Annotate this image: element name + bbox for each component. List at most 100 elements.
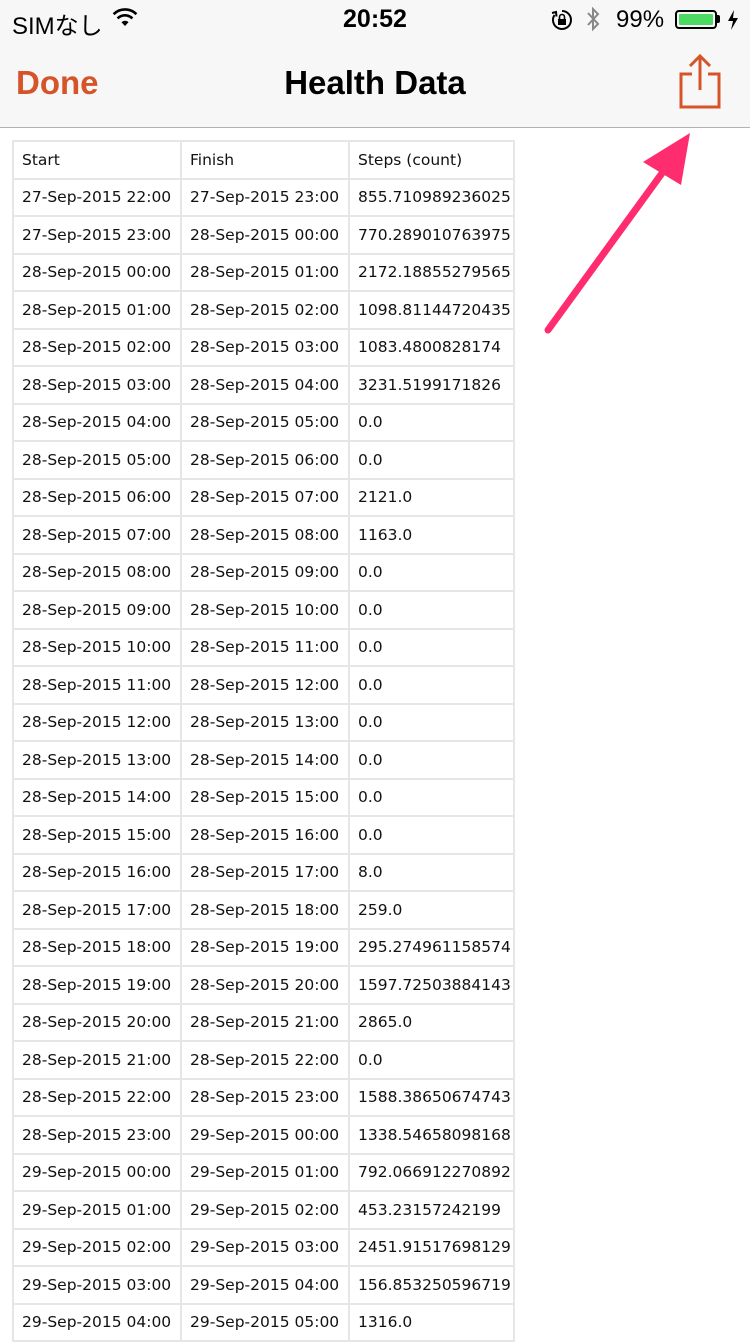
steps-cell: 0.0 bbox=[348, 627, 515, 667]
finish-cell: 28-Sep-2015 12:00 bbox=[180, 665, 350, 705]
table-row: 28-Sep-2015 08:00 28-Sep-2015 09:00 0.0 bbox=[12, 552, 515, 592]
start-cell: 28-Sep-2015 08:00 bbox=[12, 552, 182, 592]
steps-cell: 453.23157242199 bbox=[348, 1190, 515, 1230]
start-cell: 29-Sep-2015 02:00 bbox=[12, 1227, 182, 1267]
finish-cell: 28-Sep-2015 17:00 bbox=[180, 852, 350, 892]
battery-level bbox=[679, 14, 713, 25]
steps-cell: 0.0 bbox=[348, 440, 515, 480]
steps-cell: 156.853250596719 bbox=[348, 1265, 515, 1305]
start-cell: 27-Sep-2015 22:00 bbox=[12, 177, 182, 217]
start-cell: 28-Sep-2015 11:00 bbox=[12, 665, 182, 705]
table-row: 28-Sep-2015 15:00 28-Sep-2015 16:00 0.0 bbox=[12, 815, 515, 855]
start-cell: 28-Sep-2015 15:00 bbox=[12, 815, 182, 855]
table-row: 29-Sep-2015 01:00 29-Sep-2015 02:00 453.23… bbox=[12, 1190, 515, 1230]
column-header-finish: Finish bbox=[180, 140, 350, 180]
steps-cell: 295.274961158574 bbox=[348, 927, 515, 967]
steps-cell: 0.0 bbox=[348, 740, 515, 780]
start-cell: 29-Sep-2015 04:00 bbox=[12, 1302, 182, 1342]
steps-cell: 2172.18855279565 bbox=[348, 252, 515, 292]
finish-cell: 28-Sep-2015 00:00 bbox=[180, 215, 350, 255]
table-row: 28-Sep-2015 10:00 28-Sep-2015 11:00 0.0 bbox=[12, 627, 515, 667]
start-cell: 28-Sep-2015 21:00 bbox=[12, 1040, 182, 1080]
steps-cell: 1588.38650674743 bbox=[348, 1077, 515, 1117]
status-bar: SIMなし 20:52 99% bbox=[0, 0, 750, 40]
start-cell: 28-Sep-2015 23:00 bbox=[12, 1115, 182, 1155]
table-row: 28-Sep-2015 17:00 28-Sep-2015 18:00 259.0 bbox=[12, 890, 515, 930]
pointer-arrow-icon bbox=[544, 133, 690, 334]
finish-cell: 28-Sep-2015 10:00 bbox=[180, 590, 350, 630]
finish-cell: 27-Sep-2015 23:00 bbox=[180, 177, 350, 217]
steps-cell: 0.0 bbox=[348, 1040, 515, 1080]
finish-cell: 29-Sep-2015 03:00 bbox=[180, 1227, 350, 1267]
finish-cell: 28-Sep-2015 02:00 bbox=[180, 290, 350, 330]
charging-icon bbox=[727, 9, 739, 36]
table-row: 28-Sep-2015 11:00 28-Sep-2015 12:00 0.0 bbox=[12, 665, 515, 705]
steps-cell: 0.0 bbox=[348, 665, 515, 705]
start-cell: 28-Sep-2015 00:00 bbox=[12, 252, 182, 292]
table-row: 28-Sep-2015 16:00 28-Sep-2015 17:00 8.0 bbox=[12, 852, 515, 892]
battery-icon bbox=[675, 10, 717, 29]
start-cell: 28-Sep-2015 17:00 bbox=[12, 890, 182, 930]
finish-cell: 28-Sep-2015 19:00 bbox=[180, 927, 350, 967]
health-data-table: Start Finish Steps (count) 27-Sep-2015 2… bbox=[12, 140, 515, 1342]
finish-cell: 28-Sep-2015 07:00 bbox=[180, 477, 350, 517]
column-header-start: Start bbox=[12, 140, 182, 180]
table-row: 28-Sep-2015 23:00 29-Sep-2015 00:00 1338.5… bbox=[12, 1115, 515, 1155]
steps-cell: 3231.5199171826 bbox=[348, 365, 515, 405]
start-cell: 28-Sep-2015 19:00 bbox=[12, 965, 182, 1005]
finish-cell: 28-Sep-2015 08:00 bbox=[180, 515, 350, 555]
table-row: 28-Sep-2015 07:00 28-Sep-2015 08:00 1163.0 bbox=[12, 515, 515, 555]
finish-cell: 28-Sep-2015 23:00 bbox=[180, 1077, 350, 1117]
table-row: 28-Sep-2015 04:00 28-Sep-2015 05:00 0.0 bbox=[12, 402, 515, 442]
steps-cell: 0.0 bbox=[348, 402, 515, 442]
finish-cell: 29-Sep-2015 04:00 bbox=[180, 1265, 350, 1305]
finish-cell: 28-Sep-2015 21:00 bbox=[180, 1002, 350, 1042]
finish-cell: 28-Sep-2015 05:00 bbox=[180, 402, 350, 442]
table-row: 28-Sep-2015 19:00 28-Sep-2015 20:00 1597.7… bbox=[12, 965, 515, 1005]
table-row: 28-Sep-2015 21:00 28-Sep-2015 22:00 0.0 bbox=[12, 1040, 515, 1080]
finish-cell: 29-Sep-2015 05:00 bbox=[180, 1302, 350, 1342]
finish-cell: 28-Sep-2015 11:00 bbox=[180, 627, 350, 667]
start-cell: 28-Sep-2015 09:00 bbox=[12, 590, 182, 630]
table-row: 27-Sep-2015 22:00 27-Sep-2015 23:00 855.71… bbox=[12, 177, 515, 217]
start-cell: 28-Sep-2015 04:00 bbox=[12, 402, 182, 442]
finish-cell: 28-Sep-2015 03:00 bbox=[180, 327, 350, 367]
steps-cell: 1083.4800828174 bbox=[348, 327, 515, 367]
battery-percent: 99% bbox=[616, 6, 665, 33]
finish-cell: 28-Sep-2015 16:00 bbox=[180, 815, 350, 855]
start-cell: 28-Sep-2015 05:00 bbox=[12, 440, 182, 480]
table-row: 28-Sep-2015 00:00 28-Sep-2015 01:00 2172.1… bbox=[12, 252, 515, 292]
steps-cell: 2121.0 bbox=[348, 477, 515, 517]
start-cell: 28-Sep-2015 07:00 bbox=[12, 515, 182, 555]
share-button[interactable] bbox=[676, 53, 724, 112]
start-cell: 28-Sep-2015 16:00 bbox=[12, 852, 182, 892]
start-cell: 28-Sep-2015 18:00 bbox=[12, 927, 182, 967]
table-row: 28-Sep-2015 06:00 28-Sep-2015 07:00 2121.0 bbox=[12, 477, 515, 517]
start-cell: 28-Sep-2015 06:00 bbox=[12, 477, 182, 517]
start-cell: 28-Sep-2015 03:00 bbox=[12, 365, 182, 405]
start-cell: 29-Sep-2015 01:00 bbox=[12, 1190, 182, 1230]
table-row: 28-Sep-2015 18:00 28-Sep-2015 19:00 295.27… bbox=[12, 927, 515, 967]
start-cell: 28-Sep-2015 10:00 bbox=[12, 627, 182, 667]
steps-cell: 0.0 bbox=[348, 777, 515, 817]
steps-cell: 770.289010763975 bbox=[348, 215, 515, 255]
steps-cell: 2865.0 bbox=[348, 1002, 515, 1042]
steps-cell: 1338.54658098168 bbox=[348, 1115, 515, 1155]
finish-cell: 28-Sep-2015 09:00 bbox=[180, 552, 350, 592]
table-row: 28-Sep-2015 02:00 28-Sep-2015 03:00 1083.4… bbox=[12, 327, 515, 367]
steps-cell: 855.710989236025 bbox=[348, 177, 515, 217]
table-row: 28-Sep-2015 20:00 28-Sep-2015 21:00 2865.0 bbox=[12, 1002, 515, 1042]
finish-cell: 28-Sep-2015 13:00 bbox=[180, 702, 350, 742]
table-row: 28-Sep-2015 12:00 28-Sep-2015 13:00 0.0 bbox=[12, 702, 515, 742]
page-title: Health Data bbox=[284, 64, 466, 101]
finish-cell: 28-Sep-2015 04:00 bbox=[180, 365, 350, 405]
bluetooth-icon bbox=[585, 6, 601, 37]
table-row: 28-Sep-2015 14:00 28-Sep-2015 15:00 0.0 bbox=[12, 777, 515, 817]
rotation-lock-icon bbox=[550, 8, 574, 37]
finish-cell: 28-Sep-2015 14:00 bbox=[180, 740, 350, 780]
finish-cell: 28-Sep-2015 18:00 bbox=[180, 890, 350, 930]
table-row: 28-Sep-2015 03:00 28-Sep-2015 04:00 3231.5… bbox=[12, 365, 515, 405]
table-row: 28-Sep-2015 05:00 28-Sep-2015 06:00 0.0 bbox=[12, 440, 515, 480]
steps-cell: 792.066912270892 bbox=[348, 1152, 515, 1192]
finish-cell: 29-Sep-2015 00:00 bbox=[180, 1115, 350, 1155]
